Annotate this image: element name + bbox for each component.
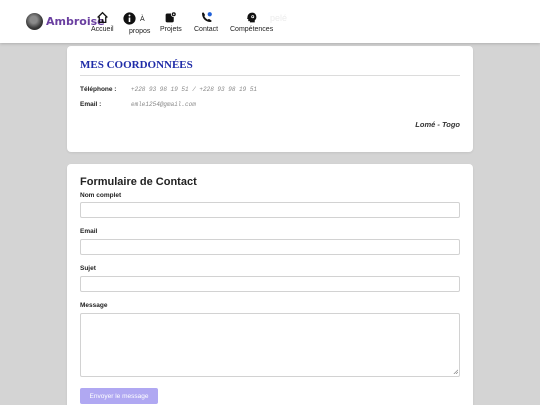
message-label: Message xyxy=(80,302,108,309)
email-field-label: Email xyxy=(80,228,98,235)
nav-item-competences[interactable]: Compétences xyxy=(230,11,273,34)
coordinates-title: MES COORDONNÉES xyxy=(80,59,193,71)
nav-item-contact[interactable]: Contact xyxy=(194,11,218,34)
phone-value[interactable]: +228 93 98 19 51 / +228 93 98 19 51 xyxy=(131,86,257,93)
subject-input[interactable] xyxy=(80,276,460,292)
nav-label-projets: Projets xyxy=(160,26,182,33)
form-title: Formulaire de Contact xyxy=(80,176,197,188)
nav-label-competences: Compétences xyxy=(230,26,274,33)
nav-label-accueil: Accueil xyxy=(91,26,114,33)
location-text: Lomé - Togo xyxy=(415,120,460,129)
name-input[interactable] xyxy=(80,202,460,218)
ghost-text: pelé xyxy=(270,13,288,23)
contact-form-card: Formulaire de Contact Nom complet Email … xyxy=(67,164,473,405)
skills-icon xyxy=(247,12,257,23)
email-label: Email : xyxy=(80,101,102,108)
submit-button[interactable]: Envoyer le message xyxy=(80,388,158,404)
nav-item-accueil[interactable]: Accueil xyxy=(91,11,114,34)
nav-item-projets[interactable]: Projets xyxy=(160,11,182,34)
name-label: Nom complet xyxy=(80,192,122,199)
projects-icon xyxy=(166,11,177,23)
nav-label-contact: Contact xyxy=(194,26,219,33)
message-textarea[interactable] xyxy=(80,313,460,377)
phone-label: Téléphone : xyxy=(80,86,117,93)
phone-icon xyxy=(201,12,212,22)
home-icon xyxy=(96,11,108,24)
nav-label-propos: propos xyxy=(129,28,151,35)
info-icon xyxy=(123,12,136,25)
email-input[interactable] xyxy=(80,239,460,255)
nav-label-a: À xyxy=(140,16,145,23)
top-navbar: Ambroise Accueil À propos Projets Contac… xyxy=(0,0,540,43)
subject-label: Sujet xyxy=(80,265,96,272)
coordinates-divider xyxy=(80,75,460,76)
email-value[interactable]: emle1254@gmail.com xyxy=(131,101,196,108)
avatar[interactable] xyxy=(26,13,43,30)
resize-grip-icon[interactable] xyxy=(453,369,458,374)
coordinates-card: MES COORDONNÉES Téléphone : +228 93 98 1… xyxy=(67,46,473,152)
